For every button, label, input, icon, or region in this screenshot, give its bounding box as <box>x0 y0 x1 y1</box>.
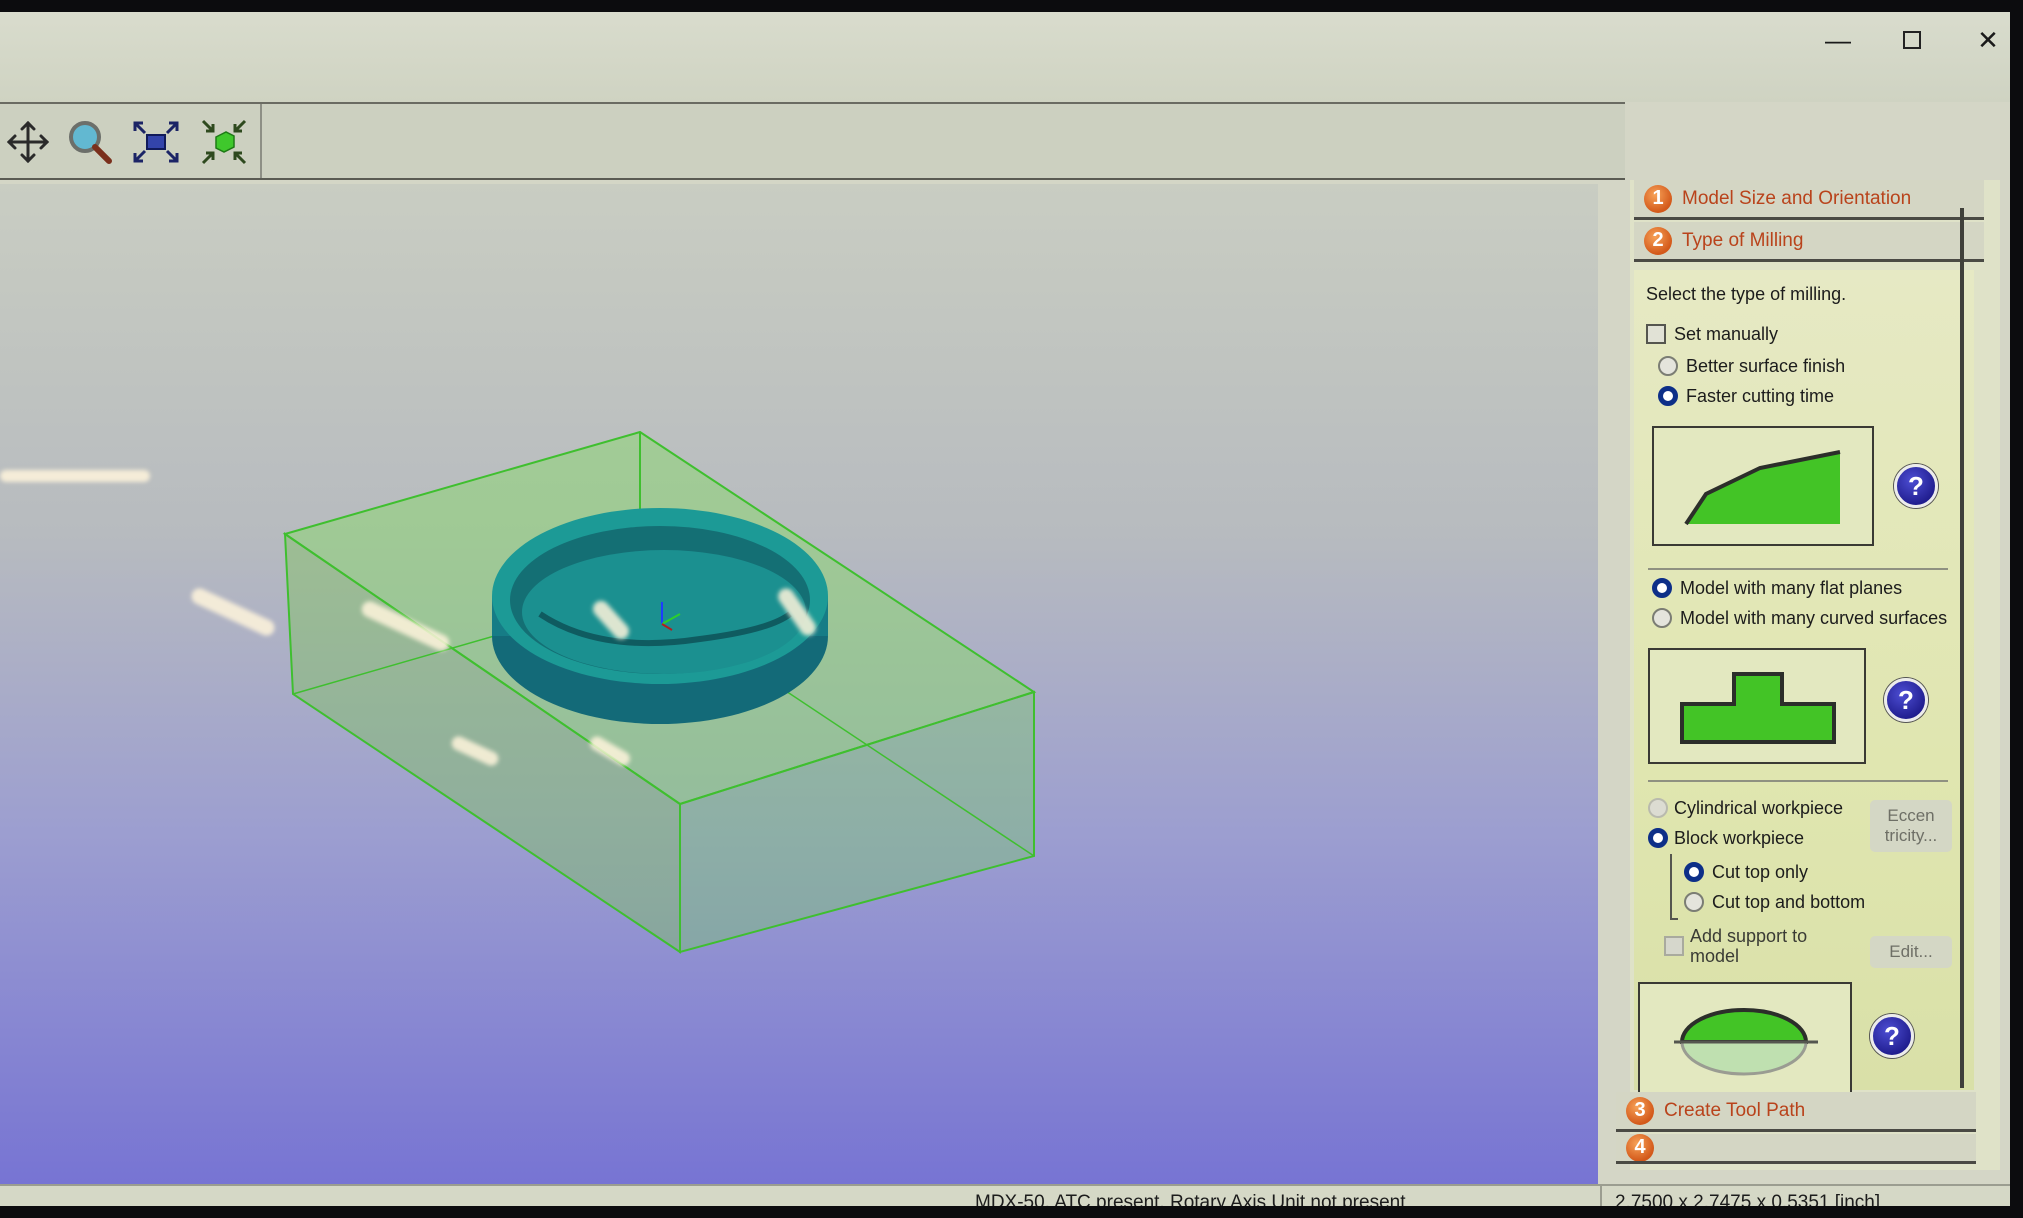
model-view <box>282 430 1037 954</box>
slope-profile-icon <box>1684 450 1841 526</box>
step-1-badge: 1 <box>1644 184 1672 213</box>
minimize-button[interactable]: — <box>1808 24 1868 56</box>
step-4-header[interactable]: 4 <box>1616 1134 1976 1164</box>
section-divider <box>1648 568 1948 570</box>
model-dimensions: 2.7500 x 2.7475 x 0.5351 [inch] <box>1615 1192 1881 1206</box>
better-surface-finish-radio[interactable] <box>1658 356 1678 376</box>
pan-button[interactable] <box>0 114 56 170</box>
curved-surfaces-radio[interactable] <box>1652 608 1672 628</box>
help-button[interactable]: ? <box>1894 464 1938 508</box>
instruction-text: Select the type of milling. <box>1646 284 1847 304</box>
section-divider <box>1648 780 1948 782</box>
tree-connector <box>1670 854 1678 920</box>
add-support-label: Add support to model <box>1690 926 1808 966</box>
milling-type-illustration <box>1652 426 1874 546</box>
curved-surfaces-label: Model with many curved surfaces <box>1680 608 1948 628</box>
close-button[interactable]: ✕ <box>1958 24 2010 56</box>
help-button[interactable]: ? <box>1884 678 1928 722</box>
step-2-badge: 2 <box>1644 226 1672 255</box>
cut-top-only-radio[interactable] <box>1684 862 1704 882</box>
app-window: — ✕ 1 Model Size and Orientation 2 Type … <box>0 12 2010 1206</box>
cut-top-and-bottom-label: Cut top and bottom <box>1712 892 1866 912</box>
screen-glare <box>0 470 150 482</box>
status-separator <box>1600 1186 1602 1206</box>
status-bar: MDX-50, ATC present, Rotary Axis Unit no… <box>0 1184 2010 1206</box>
faster-cutting-time-radio[interactable] <box>1658 386 1678 406</box>
step-3-badge: 3 <box>1626 1096 1654 1125</box>
step-2-header[interactable]: 2 Type of Milling <box>1634 222 1984 262</box>
maximize-icon <box>1903 31 1921 49</box>
better-surface-finish-label: Better surface finish <box>1686 356 1846 376</box>
cylindrical-workpiece-label: Cylindrical workpiece <box>1674 798 1844 818</box>
cut-top-and-bottom-radio[interactable] <box>1684 892 1704 912</box>
panel-scrollbar[interactable] <box>1960 208 1964 1088</box>
faster-cutting-time-label: Faster cutting time <box>1686 386 1835 406</box>
step-2-label: Type of Milling <box>1682 229 1804 251</box>
toolbar <box>0 102 1625 180</box>
cut-top-profile-icon <box>1674 1008 1818 1076</box>
eccentricity-button[interactable]: Eccen tricity... <box>1870 800 1952 852</box>
magnifier-icon <box>69 121 112 164</box>
edit-support-button[interactable]: Edit... <box>1870 936 1952 968</box>
fit-to-window-icon <box>133 121 179 163</box>
machine-status: MDX-50, ATC present, Rotary Axis Unit no… <box>975 1192 1406 1206</box>
flat-planes-radio[interactable] <box>1652 578 1672 598</box>
3d-viewport[interactable] <box>0 184 1598 1184</box>
set-manually-label: Set manually <box>1674 324 1779 344</box>
cylindrical-workpiece-radio[interactable] <box>1648 798 1668 818</box>
block-workpiece-radio[interactable] <box>1648 828 1668 848</box>
maximize-button[interactable] <box>1882 24 1942 56</box>
pan-arrows-icon <box>6 120 50 164</box>
wizard-panel: 1 Model Size and Orientation 2 Type of M… <box>1616 180 2000 1170</box>
zoom-button[interactable] <box>62 114 118 170</box>
step-3-label: Create Tool Path <box>1664 1099 1806 1121</box>
step-1-header[interactable]: 1 Model Size and Orientation <box>1634 180 1984 220</box>
type-of-milling-panel: Select the type of milling. Set manually… <box>1634 270 1974 1094</box>
cut-top-only-label: Cut top only <box>1712 862 1809 882</box>
add-support-checkbox[interactable] <box>1664 936 1684 956</box>
stepped-profile-icon <box>1680 672 1836 744</box>
step-4-badge: 4 <box>1626 1134 1654 1161</box>
step-1-label: Model Size and Orientation <box>1682 187 1912 209</box>
reset-view-cube-icon <box>201 119 247 165</box>
flat-planes-label: Model with many flat planes <box>1680 578 1903 598</box>
set-manually-checkbox[interactable] <box>1646 324 1666 344</box>
title-bar: — ✕ <box>0 12 2010 102</box>
step-3-header[interactable]: 3 Create Tool Path <box>1616 1092 1976 1132</box>
toolbar-separator <box>260 104 262 178</box>
model-type-illustration <box>1648 648 1866 764</box>
reset-view-button[interactable] <box>196 114 252 170</box>
help-button[interactable]: ? <box>1870 1014 1914 1058</box>
fit-view-button[interactable] <box>128 114 184 170</box>
workpiece-illustration <box>1638 982 1852 1094</box>
model-floor <box>522 550 806 674</box>
block-workpiece-label: Block workpiece <box>1674 828 1805 848</box>
